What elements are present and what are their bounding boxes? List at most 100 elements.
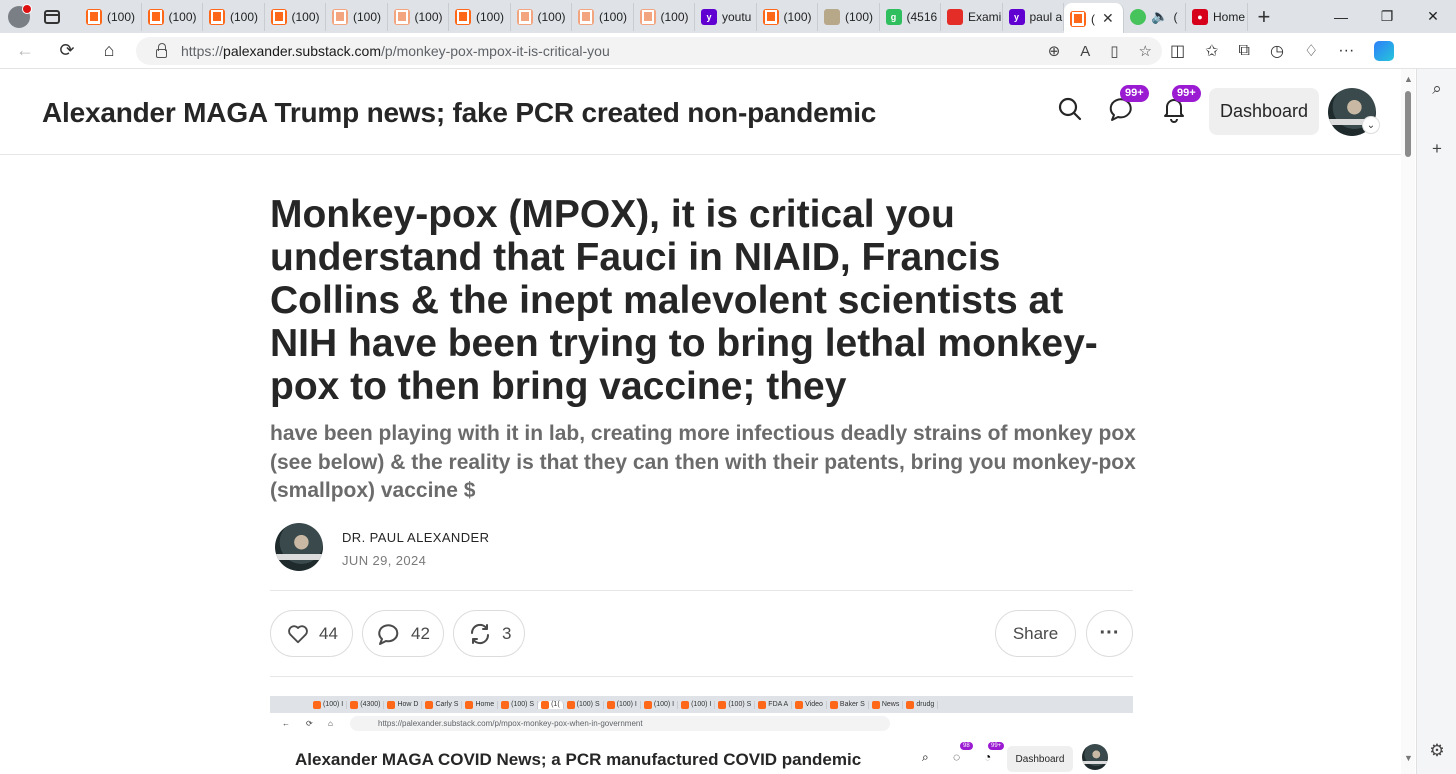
search-icon[interactable] — [1056, 95, 1086, 125]
favorite-star-icon[interactable]: ☆ — [1139, 42, 1152, 60]
tab-label: (100) — [599, 9, 628, 24]
lock-icon[interactable] — [156, 42, 167, 58]
tab[interactable]: (100) — [572, 2, 634, 31]
red-app-icon: ● — [1192, 8, 1208, 25]
tab[interactable]: 🔈( — [1124, 2, 1186, 31]
scroll-thumb[interactable] — [1405, 91, 1411, 157]
more-menu-icon[interactable]: ··· — [1338, 42, 1354, 60]
tab-active[interactable]: (✕ — [1064, 3, 1124, 34]
embed-tab: (100) I — [604, 700, 641, 709]
divider — [270, 590, 1133, 591]
restack-count: 3 — [502, 623, 512, 643]
read-aloud-icon[interactable]: A — [1080, 43, 1090, 60]
embed-favicon-icon — [313, 700, 321, 709]
url-field[interactable]: https://palexander.substack.com/p/monkey… — [136, 37, 1162, 65]
share-button[interactable]: Share — [995, 610, 1076, 657]
embed-tab-label: (100) S — [728, 701, 752, 708]
window-controls: — ❐ ✕ — [1318, 0, 1456, 33]
chat-icon[interactable]: 99+ — [1108, 85, 1149, 125]
embed-tab: Baker S — [827, 700, 869, 709]
sidebar-settings-icon[interactable]: ⚙ — [1417, 741, 1456, 761]
tab[interactable]: (100) — [757, 2, 818, 31]
tab[interactable]: y youtu — [695, 2, 757, 31]
site-title[interactable]: Alexander MAGA Trump news; fake PCR crea… — [42, 97, 876, 129]
scroll-up-icon[interactable]: ▲ — [1404, 74, 1413, 84]
tab-close-icon[interactable]: ✕ — [1102, 10, 1114, 27]
page-viewport: Alexander MAGA Trump news; fake PCR crea… — [0, 69, 1401, 774]
tab-label: Exami — [968, 9, 1002, 24]
tab[interactable]: (100) — [265, 2, 326, 31]
comment-button[interactable]: 42 — [362, 610, 444, 657]
history-icon[interactable]: ◷ — [1270, 41, 1284, 61]
bell-icon[interactable]: 99+ — [1160, 85, 1201, 125]
embed-tab: (4300) — [347, 700, 385, 709]
substack-icon — [393, 8, 410, 25]
sidebar-search-icon[interactable]: ⌕ — [1417, 79, 1456, 99]
tab[interactable]: (100) — [818, 2, 880, 31]
tab[interactable]: (100) — [388, 2, 449, 31]
yahoo-icon: y — [701, 8, 717, 25]
back-button[interactable]: ← — [4, 33, 46, 69]
split-screen-icon[interactable]: ◫ — [1170, 41, 1185, 61]
embed-tab: News — [869, 700, 904, 709]
grammarly-icon: g — [885, 8, 902, 25]
tab[interactable]: (100) — [511, 2, 572, 31]
divider — [270, 676, 1133, 677]
tab[interactable]: g (4516 — [880, 2, 941, 31]
substack-icon — [455, 8, 471, 25]
tab[interactable]: Exami — [941, 2, 1003, 31]
new-tab-button[interactable]: + — [1258, 5, 1271, 28]
immersive-reader-icon[interactable]: ▯ — [1110, 42, 1118, 60]
tab-actions-icon[interactable] — [44, 9, 60, 24]
author-avatar[interactable] — [275, 523, 323, 571]
dashboard-button[interactable]: Dashboard — [1209, 88, 1319, 135]
embed-favicon-icon — [425, 700, 434, 709]
youtube-icon — [947, 8, 963, 25]
tab[interactable]: (100) — [326, 2, 388, 31]
tab[interactable]: (100) — [80, 2, 142, 31]
embed-tab-label: Home — [475, 701, 495, 708]
refresh-button[interactable]: ⟳ — [46, 33, 88, 69]
extensions-icon[interactable]: ♢ — [1304, 41, 1318, 61]
close-window-button[interactable]: ✕ — [1410, 0, 1456, 33]
embed-tab: (100) S — [498, 700, 539, 709]
profile-avatar-icon[interactable] — [8, 3, 32, 28]
embed-chat-icon: ◌ — [953, 750, 961, 764]
embed-site-title: Alexander MAGA COVID News; a PCR manufac… — [295, 750, 862, 769]
tab[interactable]: y paul a — [1003, 2, 1064, 31]
tab[interactable]: ● Home — [1186, 2, 1248, 31]
embed-bell-icon: ◔ — [984, 750, 992, 764]
embed-tab: Video — [792, 700, 827, 709]
sidebar-add-icon[interactable]: + — [1417, 139, 1456, 159]
restack-button[interactable]: 3 — [453, 610, 525, 657]
more-options-button[interactable]: ··· — [1086, 610, 1133, 657]
zoom-icon[interactable]: ⊕ — [1048, 42, 1061, 60]
favorites-icon[interactable]: ✩ — [1205, 41, 1218, 61]
tab[interactable]: (100) — [449, 2, 511, 31]
author-name[interactable]: DR. PAUL ALEXANDER — [342, 530, 489, 545]
embed-tab-label: Carly S — [435, 701, 459, 708]
tab[interactable]: (100) — [203, 2, 265, 31]
copilot-icon[interactable] — [1374, 41, 1395, 61]
comment-count: 42 — [411, 623, 430, 643]
embedded-screenshot[interactable]: (100) I (4300) How D Carly S Home (100) S (1((… — [270, 696, 1133, 774]
embed-tab: drudg — [903, 700, 939, 709]
url-text: https://palexander.substack.com/p/monkey… — [181, 43, 610, 59]
restore-button[interactable]: ❐ — [1364, 0, 1410, 33]
chevron-down-icon[interactable]: ⌄ — [1362, 116, 1380, 134]
tab-label: Home — [1213, 9, 1246, 24]
tab-label: youtu — [722, 9, 752, 24]
like-button[interactable]: 44 — [270, 610, 353, 657]
tab-label: ( — [1091, 11, 1095, 26]
embed-favicon-icon — [906, 700, 915, 709]
scroll-down-icon[interactable]: ▼ — [1404, 753, 1413, 763]
minimize-button[interactable]: — — [1318, 0, 1364, 33]
speaker-icon[interactable]: 🔈 — [1151, 8, 1168, 25]
collections-icon[interactable]: ⧉ — [1239, 42, 1250, 60]
tab[interactable]: (100) — [142, 2, 203, 31]
embed-site-header: Alexander MAGA COVID News; a PCR manufac… — [270, 734, 1133, 774]
tab[interactable]: (100) — [634, 2, 695, 31]
home-button[interactable]: ⌂ — [88, 33, 130, 69]
page-scrollbar[interactable]: ▲ ▼ — [1401, 69, 1415, 774]
embed-chat-badge: 98 — [960, 742, 973, 750]
